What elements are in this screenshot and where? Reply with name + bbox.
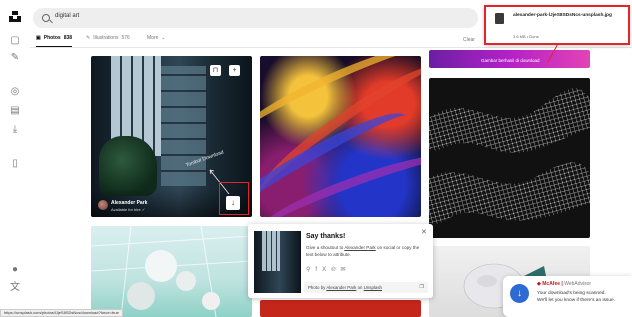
share-icons: ⚲fX℗✉ bbox=[306, 266, 351, 273]
mcafee-brand: ◆ McAfee | WebAdvisor bbox=[537, 281, 592, 287]
say-thanks-body: Give a shoutout to Alexander Park on soc… bbox=[306, 244, 424, 258]
mcafee-sub: WebAdvisor bbox=[564, 281, 592, 287]
credit-site-link[interactable]: Unsplash bbox=[364, 285, 382, 290]
x-icon[interactable]: X bbox=[322, 267, 331, 273]
mcafee-name: McAfee bbox=[542, 281, 561, 287]
credit-author-link[interactable]: Alexander Park bbox=[326, 285, 356, 290]
close-icon[interactable]: ✕ bbox=[421, 228, 427, 236]
attribution-text: Photo by Alexander Park on Unsplash ❐ bbox=[304, 282, 428, 293]
author-link[interactable]: Alexander Park bbox=[344, 245, 375, 250]
download-status: 3.6 MB • Done bbox=[513, 34, 539, 39]
pinterest-icon[interactable]: ℗ bbox=[331, 267, 340, 273]
status-bar-url: https://unsplash.com/photos/lJjeS8SDsNcs… bbox=[0, 309, 123, 317]
credit-mid: on bbox=[356, 285, 364, 290]
copy-icon[interactable]: ❐ bbox=[420, 284, 424, 290]
say-thanks-title: Say thanks! bbox=[306, 233, 346, 240]
mcafee-toast[interactable]: ↓ ◆ McAfee | WebAdvisor Your download's … bbox=[503, 276, 632, 317]
mcafee-line1: Your download's being scanned. bbox=[537, 291, 606, 296]
link-icon[interactable]: ⚲ bbox=[306, 267, 315, 273]
wireframe-art bbox=[429, 88, 590, 224]
thumbnail-window bbox=[262, 231, 280, 271]
page: ▢ ✎ ◎ ▤ ⤓ ▯ ● 文 digital art ▣ Photos 838… bbox=[0, 0, 632, 317]
balloons-art bbox=[91, 226, 252, 317]
download-scan-icon: ↓ bbox=[510, 284, 529, 303]
photo-card-red[interactable] bbox=[260, 300, 421, 317]
photo-card-balloons[interactable] bbox=[91, 226, 252, 317]
body-prefix: Give a shoutout to bbox=[306, 245, 345, 250]
mcafee-shield-icon: ◆ bbox=[537, 281, 541, 287]
download-bubble[interactable]: alexander-park-lJjeS8SDsNcs-unsplash.jpg… bbox=[484, 5, 630, 45]
credit-prefix: Photo by bbox=[308, 285, 327, 290]
say-thanks-thumbnail bbox=[254, 231, 301, 293]
file-icon bbox=[495, 13, 504, 24]
say-thanks-popup: Say thanks! ✕ Give a shoutout to Alexand… bbox=[248, 224, 433, 298]
download-file-name[interactable]: alexander-park-lJjeS8SDsNcs-unsplash.jpg bbox=[513, 13, 613, 20]
mcafee-line2: We'll let you know if there's an issue. bbox=[537, 298, 615, 303]
photo-card-wireframe[interactable] bbox=[429, 78, 590, 238]
email-icon[interactable]: ✉ bbox=[341, 267, 351, 273]
